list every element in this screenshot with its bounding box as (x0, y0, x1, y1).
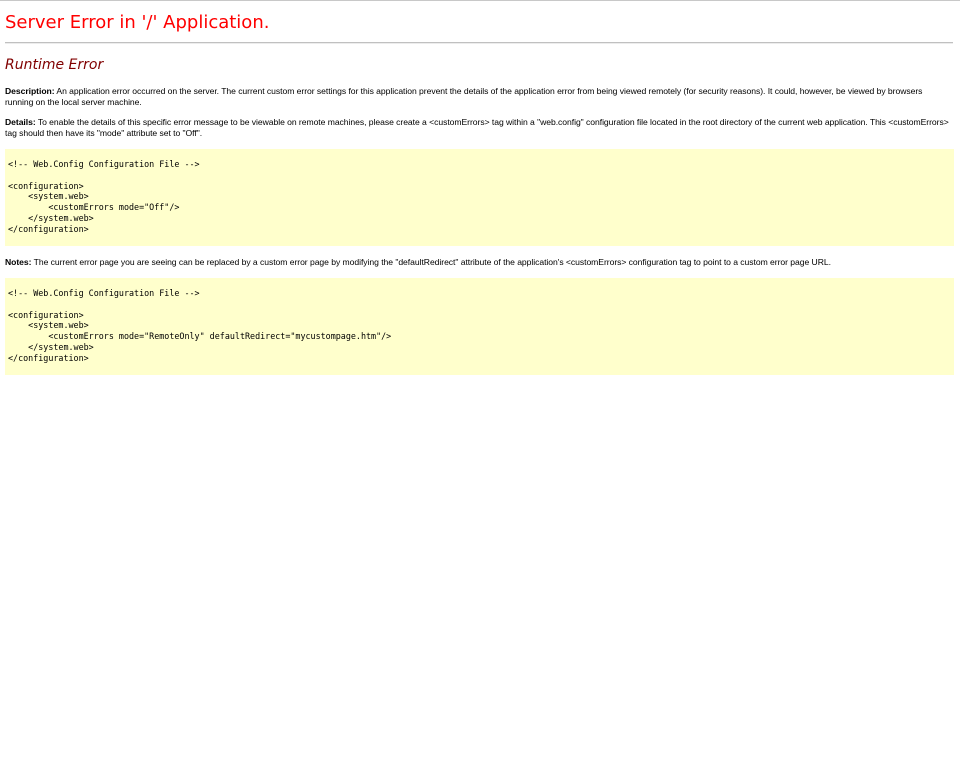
notes-paragraph: Notes: The current error page you are se… (5, 257, 950, 268)
code-line: <!-- Web.Config Configuration File --> (8, 159, 200, 169)
code-line: <customErrors mode="RemoteOnly" defaultR… (8, 331, 392, 342)
code-line: <!-- Web.Config Configuration File --> (8, 288, 200, 298)
code-line: <system.web> (8, 320, 89, 331)
config-code-block-2: <!-- Web.Config Configuration File --> <… (5, 278, 954, 375)
code-line: </configuration> (8, 223, 89, 234)
page-title: Server Error in '/' Application. (5, 12, 270, 33)
notes-text: The current error page you are seeing ca… (31, 257, 831, 267)
code-line: <configuration> (8, 180, 84, 191)
code-line: </system.web> (8, 212, 94, 223)
details-paragraph: Details: To enable the details of this s… (5, 117, 950, 138)
description-paragraph: Description: An application error occurr… (5, 86, 950, 107)
code-line: <configuration> (8, 309, 84, 320)
config-code-block-1: <!-- Web.Config Configuration File --> <… (5, 149, 954, 246)
title-divider (5, 42, 953, 44)
code-line: </system.web> (8, 341, 94, 352)
code-line: <system.web> (8, 191, 89, 202)
code-line: <customErrors mode="Off"/> (8, 202, 180, 213)
notes-label: Notes: (5, 257, 32, 267)
top-border (0, 0, 960, 1)
description-text: An application error occurred on the ser… (5, 86, 923, 107)
details-label: Details: (5, 117, 36, 127)
error-subtitle: Runtime Error (5, 57, 104, 73)
code-line: </configuration> (8, 352, 89, 363)
details-text: To enable the details of this specific e… (5, 117, 949, 138)
description-label: Description: (5, 86, 55, 96)
